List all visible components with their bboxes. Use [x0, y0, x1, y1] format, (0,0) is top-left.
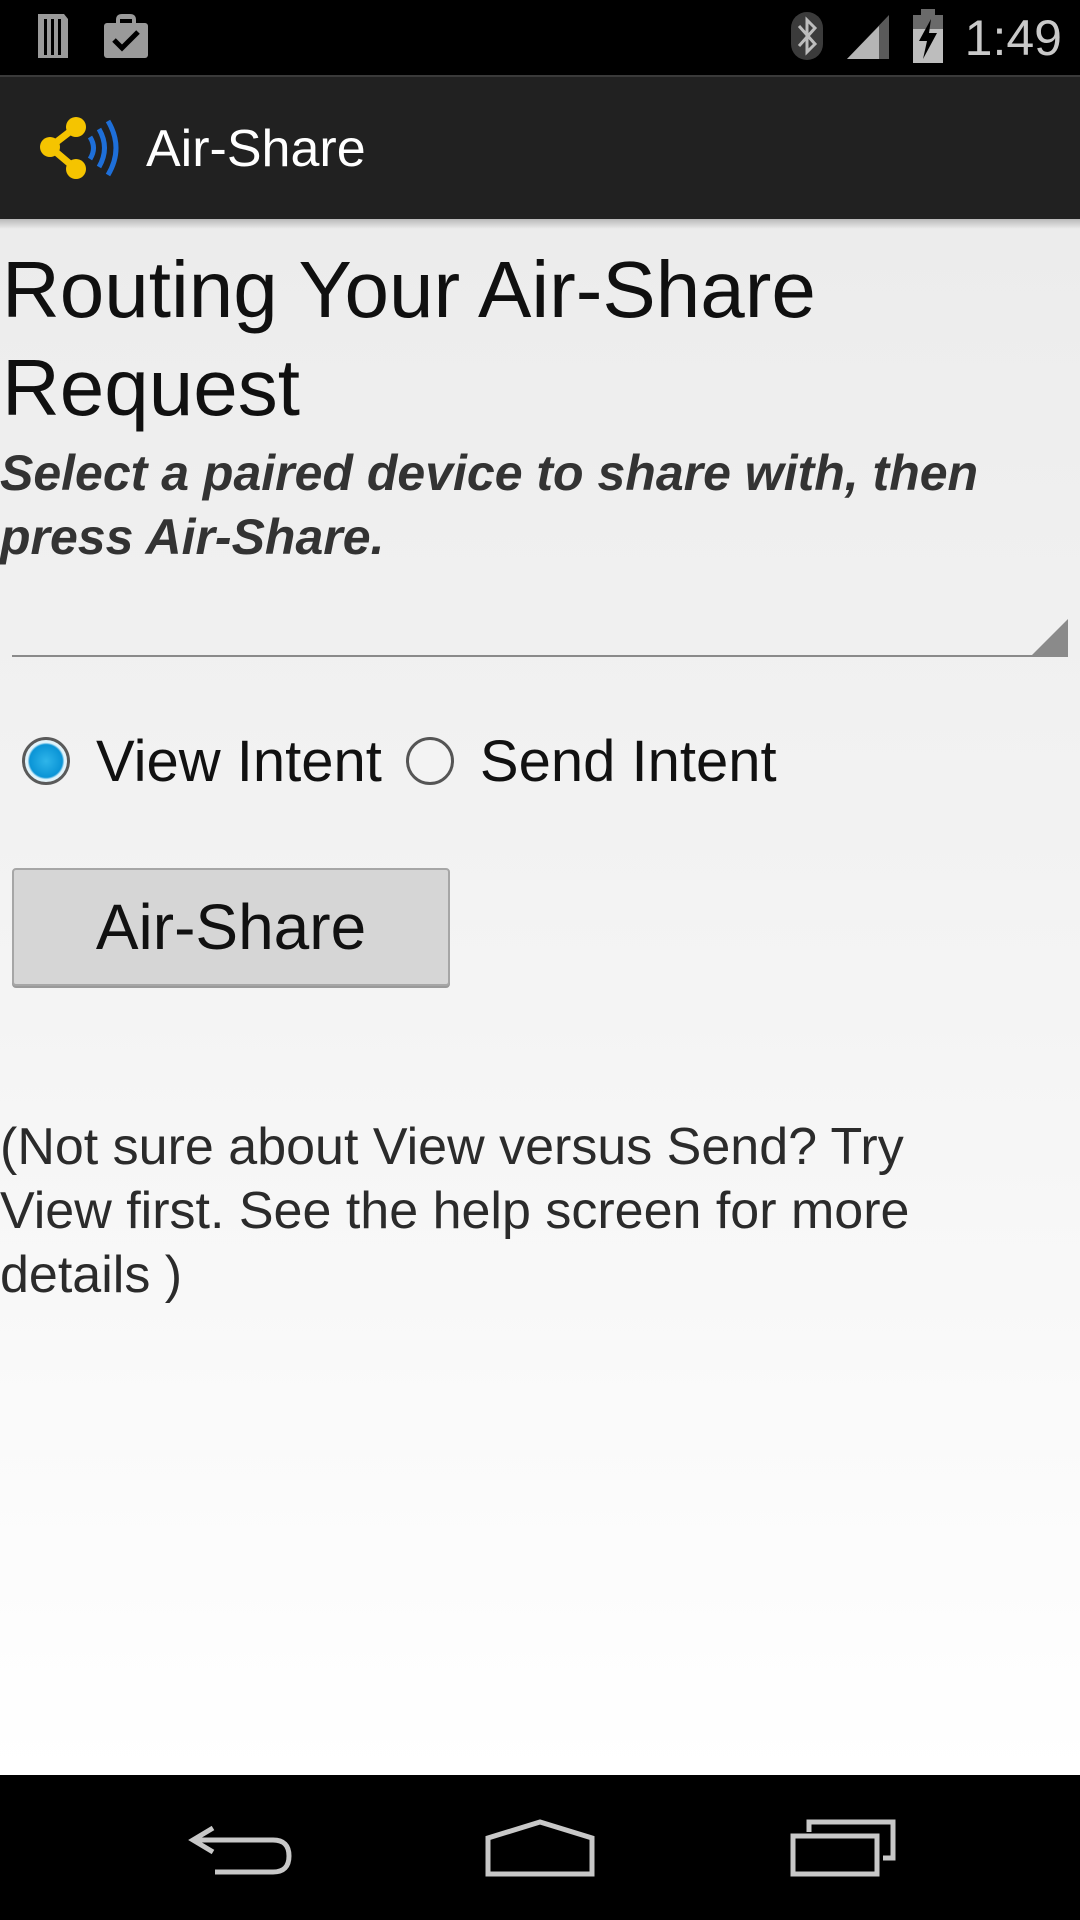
- radio-view-intent[interactable]: View Intent: [22, 728, 406, 795]
- main-content: Routing Your Air-Share Request Select a …: [0, 219, 1080, 1775]
- instructions-text: Select a paired device to share with, th…: [0, 445, 979, 565]
- air-share-logo-icon: [40, 115, 130, 181]
- navigation-bar: [0, 1775, 1080, 1920]
- back-icon: [185, 1818, 295, 1883]
- help-text: (Not sure about View versus Send? Try Vi…: [0, 1118, 910, 1304]
- recent-apps-button[interactable]: [784, 1805, 904, 1895]
- bluetooth-icon: [789, 10, 825, 67]
- page-title: Routing Your Air-Share Request: [2, 245, 816, 432]
- recent-apps-icon: [789, 1818, 899, 1883]
- home-button[interactable]: [480, 1805, 600, 1895]
- status-notifications: [34, 10, 152, 65]
- device-spinner[interactable]: [12, 603, 1068, 657]
- battery-charging-icon: [911, 7, 945, 70]
- sim-card-icon: [34, 10, 72, 65]
- app-title: Air-Share: [146, 120, 366, 178]
- dropdown-arrow-icon: [1032, 619, 1068, 655]
- back-button[interactable]: [180, 1805, 300, 1895]
- radio-checked-icon[interactable]: [22, 737, 70, 785]
- intent-radio-group: View Intent Send Intent: [22, 721, 801, 801]
- clock: 1:49: [964, 10, 1062, 66]
- status-system: 1:49: [789, 6, 1062, 70]
- air-share-button[interactable]: Air-Share: [12, 868, 450, 986]
- radio-label-send-intent: Send Intent: [479, 728, 777, 794]
- home-icon: [484, 1818, 596, 1883]
- radio-send-intent[interactable]: Send Intent: [405, 728, 801, 795]
- action-bar-shadow: [0, 219, 1080, 229]
- signal-icon: [845, 11, 891, 66]
- radio-unchecked-icon[interactable]: [405, 737, 454, 785]
- briefcase-check-icon: [100, 10, 152, 65]
- action-bar: Air-Share: [0, 75, 1080, 219]
- radio-label-view-intent: View Intent: [96, 728, 382, 794]
- status-bar: 1:49: [0, 0, 1080, 75]
